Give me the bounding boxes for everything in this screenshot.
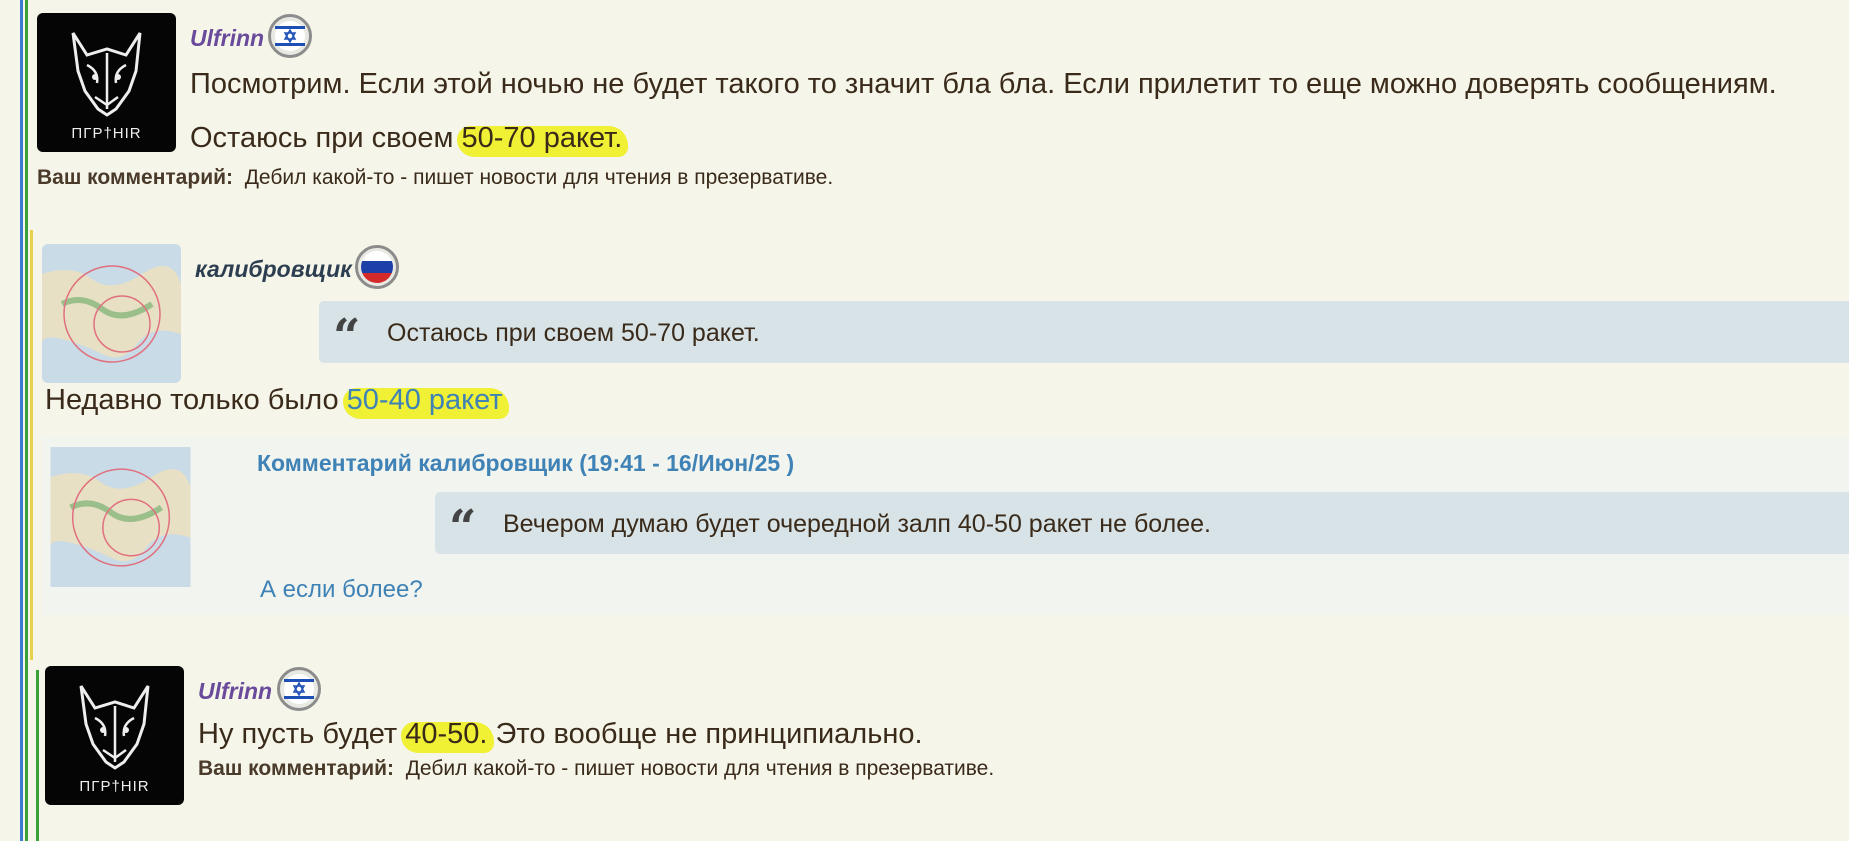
thread-bar-green-2 — [36, 670, 39, 841]
highlighted-text: 50-70 ракет. — [457, 122, 629, 157]
quote-text-post: . — [1204, 510, 1211, 538]
your-comment-label: Ваш комментарий: — [198, 757, 395, 780]
highlighted-text: 40-50. — [401, 718, 494, 753]
post-link[interactable]: 50-40 ракет — [342, 384, 509, 419]
username[interactable]: Ulfrinn — [190, 25, 264, 52]
your-comment: Ваш комментарий: Дебил какой-то - пишет … — [37, 166, 833, 190]
post-text-line2-pre: Остаюсь при своем — [190, 122, 462, 154]
your-comment: Ваш комментарий: Дебил какой-то - пишет … — [198, 757, 994, 781]
avatar-caption: ΠΓΡ†ΗΙR — [79, 778, 150, 795]
post-text-post: Это вообще не принципиально. — [487, 718, 923, 750]
thread-bar-yellow — [30, 230, 33, 660]
map-avatar-icon — [50, 447, 191, 587]
israel-flag-icon — [277, 667, 321, 711]
comment-header[interactable]: Комментарий калибровщик (19:41 - 16/Июн/… — [257, 450, 794, 477]
thread-bar-green — [25, 0, 28, 841]
quote-text: Остаюсь при своем 50-70 ракет. — [387, 319, 760, 347]
username[interactable]: калибровщик — [195, 256, 352, 283]
quote-icon: ‘‘ — [449, 500, 477, 556]
highlighted-text: 40-50 ракет не более — [953, 510, 1211, 541]
russia-flag-icon — [355, 245, 399, 289]
post-text-pre: Ну пусть будет — [198, 718, 406, 750]
comment-avatar[interactable] — [50, 447, 191, 587]
israel-flag-icon — [268, 14, 312, 58]
quote-text-pre: Вечером думаю будет очередной залп — [503, 510, 958, 538]
reply-link[interactable]: А если более? — [260, 576, 423, 604]
post-text-pre: Недавно только было — [45, 384, 347, 416]
avatar-caption: ΠΓΡ†ΗΙR — [71, 125, 142, 142]
post-text: Ну пусть будет 40-50. Это вообще не прин… — [198, 718, 923, 753]
quote-block: ‘‘ Остаюсь при своем 50-70 ракет. — [319, 301, 1849, 365]
user-avatar[interactable]: ΠΓΡ†ΗΙR — [37, 13, 176, 152]
your-comment-label: Ваш комментарий: — [37, 166, 234, 189]
quote-icon: ‘‘ — [333, 309, 361, 365]
post-text: Недавно только было 50-40 ракет — [45, 384, 509, 419]
quote-text: Вечером думаю будет очередной залп 40-50… — [503, 510, 1211, 541]
post-text-line2: Остаюсь при своем 50-70 ракет. — [190, 122, 629, 157]
map-avatar-icon — [42, 244, 181, 383]
user-avatar[interactable] — [42, 244, 181, 383]
quote-block: ‘‘ Вечером думаю будет очередной залп 40… — [435, 492, 1849, 556]
user-avatar[interactable]: ΠΓΡ†ΗΙR — [45, 666, 184, 805]
post-text-line1: Посмотрим. Если этой ночью не будет тако… — [190, 68, 1777, 100]
username[interactable]: Ulfrinn — [198, 678, 272, 705]
your-comment-text: Дебил какой-то - пишет новости для чтени… — [405, 757, 995, 780]
your-comment-text: Дебил какой-то - пишет новости для чтени… — [244, 166, 834, 189]
thread-bar-blue — [20, 0, 23, 841]
